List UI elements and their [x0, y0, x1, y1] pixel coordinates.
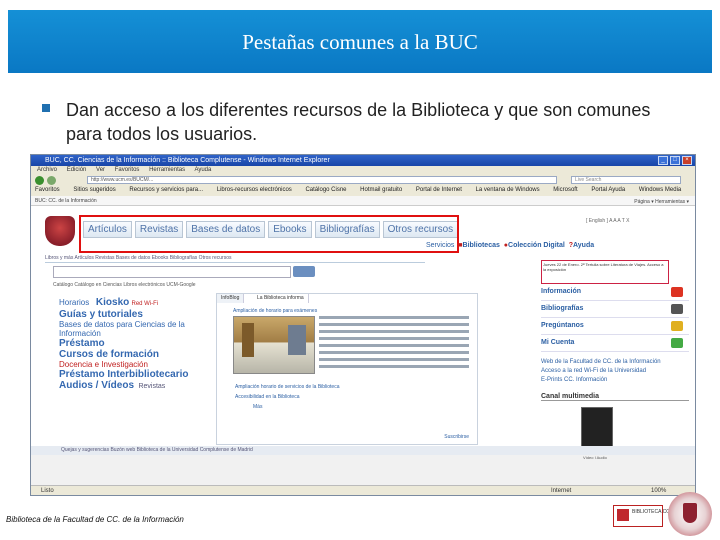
menu-bases-datos[interactable]: Bases de datos para Ciencias de la Infor… — [59, 320, 199, 338]
mi-cuenta-label: Mi Cuenta — [541, 339, 575, 346]
favorites-bar: Favoritos Sitios sugeridos Recursos y se… — [31, 185, 695, 196]
status-text: Listo — [41, 488, 54, 494]
slide-title-bar: Pestañas comunes a la BUC — [8, 10, 712, 73]
coleccion-digital-link[interactable]: Colección Digital — [508, 242, 565, 249]
news-banner[interactable]: Jueves 22 de Enero. 2ª Tertulia sobre Li… — [541, 260, 669, 284]
web-page: Artículos Revistas Bases de datos Ebooks… — [31, 206, 695, 460]
catalog-search-input[interactable] — [53, 266, 291, 278]
forward-icon[interactable] — [47, 176, 56, 185]
favorite-item[interactable]: Recursos y servicios para... — [129, 187, 203, 193]
address-input[interactable]: http://www.ucm.es/BUCM/... — [87, 176, 557, 184]
right-column: Jueves 22 de Enero. 2ª Tertulia sobre Li… — [541, 260, 689, 460]
menu-item[interactable]: Favoritos — [115, 167, 140, 173]
window-title: BUC, CC. Ciencias de la Información :: B… — [31, 155, 695, 166]
zoom-level[interactable]: 100% — [651, 486, 666, 495]
menu-kiosko[interactable]: Kiosko — [96, 297, 129, 308]
faculty-web-link[interactable]: Web de la Facultad de CC. de la Informac… — [541, 358, 689, 367]
news-links: Ampliación horario de servicios de la Bi… — [235, 382, 340, 412]
preguntanos-label: Pregúntanos — [541, 322, 584, 329]
bibliografias-link[interactable]: Bibliografías — [541, 301, 689, 318]
library-photo — [233, 316, 315, 374]
address-bar-row: http://www.ucm.es/BUCM/... Live Search — [31, 175, 695, 185]
menu-item[interactable]: Edición — [67, 167, 87, 173]
back-icon[interactable] — [35, 176, 44, 185]
news-link[interactable]: Ampliación horario de servicios de la Bi… — [235, 382, 340, 392]
apple-icon — [671, 338, 683, 348]
eprints-link[interactable]: E-Prints CC. Información — [541, 376, 689, 385]
menu-prestamo-inter[interactable]: Préstamo Interbibliotecario — [59, 369, 209, 380]
highlight-box — [79, 215, 459, 253]
bullet-square-icon — [42, 104, 50, 112]
calendar-icon — [671, 287, 683, 297]
canal-multimedia-heading: Canal multimedia — [541, 393, 689, 401]
favorite-item[interactable]: Catálogo Cisne — [305, 187, 346, 193]
news-headline[interactable]: Ampliación de horario para exámenes — [233, 308, 317, 314]
menu-revistas[interactable]: Revistas — [138, 383, 165, 390]
search-scope-radios[interactable]: Catálogo Catálogo en Ciencias Libros ele… — [53, 282, 196, 288]
services-nav: Servicios ■Bibliotecas ●Colección Digita… — [426, 242, 595, 249]
bullet-text: Dan acceso a los diferentes recursos de … — [66, 100, 651, 144]
services-link[interactable]: Servicios — [426, 242, 454, 249]
news-body-text — [319, 316, 469, 372]
info-label: Información — [541, 288, 582, 295]
zone-indicator: Internet — [551, 488, 572, 494]
page-footer[interactable]: Quejas y sugerencias Buzón web Bibliotec… — [31, 446, 695, 455]
menu-audios[interactable]: Audios / Vídeos — [59, 380, 134, 391]
question-icon — [671, 321, 683, 331]
maximize-icon[interactable]: □ — [670, 156, 680, 165]
wifi-link[interactable]: Acceso a la red Wi-Fi de la Universidad — [541, 367, 689, 376]
left-menu: Horarios Kiosko Red Wi-Fi Guías y tutori… — [59, 297, 209, 391]
favorite-item[interactable]: La ventana de Windows — [476, 187, 540, 193]
slide-footer: Biblioteca de la Facultad de CC. de la I… — [6, 515, 184, 524]
favorite-item[interactable]: Favoritos — [35, 187, 60, 193]
search-button[interactable] — [293, 266, 315, 277]
browser-tab-row: BUC: CC. de la Información Página ▾ Herr… — [31, 196, 695, 206]
favorite-item[interactable]: Portal Ayuda — [591, 187, 625, 193]
search-sub-tabs[interactable]: Libros y más Artículos Revistas Bases de… — [45, 254, 425, 263]
favorite-item[interactable]: Windows Media — [639, 187, 681, 193]
mi-cuenta-link[interactable]: Mi Cuenta — [541, 335, 689, 352]
book-icon — [671, 304, 683, 314]
status-bar: Listo Internet 100% — [31, 485, 695, 495]
menu-wifi[interactable]: Red Wi-Fi — [131, 301, 158, 307]
menu-item[interactable]: Archivo — [37, 167, 57, 173]
info-link[interactable]: Información — [541, 284, 689, 301]
favorite-item[interactable]: Libros-recursos electrónicos — [217, 187, 292, 193]
menu-cursos[interactable]: Cursos de formación — [59, 349, 209, 360]
browser-search-input[interactable]: Live Search — [571, 176, 681, 184]
menu-item[interactable]: Herramientas — [149, 167, 185, 173]
favorite-item[interactable]: Portal de Internet — [416, 187, 462, 193]
news-link[interactable]: Accesibilidad en la Biblioteca — [235, 392, 340, 402]
close-icon[interactable]: × — [682, 156, 692, 165]
biblioteca-informa-tab[interactable]: La Biblioteca informa — [253, 294, 309, 303]
menu-horarios[interactable]: Horarios — [59, 298, 89, 307]
menu-prestamo[interactable]: Préstamo — [59, 338, 209, 349]
subscribe-link[interactable]: Suscribirse — [444, 434, 469, 440]
browser-tab[interactable]: BUC: CC. de la Información — [35, 198, 97, 204]
preguntanos-link[interactable]: Pregúntanos — [541, 318, 689, 335]
university-seal-icon — [668, 492, 712, 536]
favorite-item[interactable]: Hotmail gratuito — [360, 187, 402, 193]
browser-screenshot: BUC, CC. Ciencias de la Información :: B… — [30, 154, 696, 496]
minimize-icon[interactable]: _ — [658, 156, 668, 165]
favorite-item[interactable]: Sitios sugeridos — [73, 187, 115, 193]
language-switch[interactable]: [ English ] A A A T X — [586, 218, 629, 224]
bibliografias-label: Bibliografías — [541, 305, 584, 312]
menu-bar: Archivo Edición Ver Favoritos Herramient… — [31, 166, 695, 175]
logo-mark-icon — [617, 509, 629, 521]
menu-item[interactable]: Ayuda — [194, 167, 211, 173]
ayuda-link[interactable]: Ayuda — [573, 242, 594, 249]
favorite-item[interactable]: Microsoft — [553, 187, 577, 193]
more-link[interactable]: Más — [235, 402, 340, 412]
video-label[interactable]: Vídeo I Audio — [541, 455, 689, 460]
ucm-crest-icon — [45, 216, 75, 246]
infoblog-tab[interactable]: InfoBlog — [217, 294, 245, 303]
bibliotecas-link[interactable]: Bibliotecas — [463, 242, 500, 249]
infoblog-panel: InfoBlog La Biblioteca informa Ampliació… — [216, 293, 478, 445]
slide-title: Pestañas comunes a la BUC — [242, 30, 478, 54]
menu-guias[interactable]: Guías y tutoriales — [59, 309, 209, 320]
menu-docencia[interactable]: Docencia e Investigación — [59, 360, 209, 369]
biblioteca-complutense-logo: BIBLIOTECA COMPLUTENSE — [613, 505, 701, 527]
menu-item[interactable]: Ver — [96, 167, 105, 173]
